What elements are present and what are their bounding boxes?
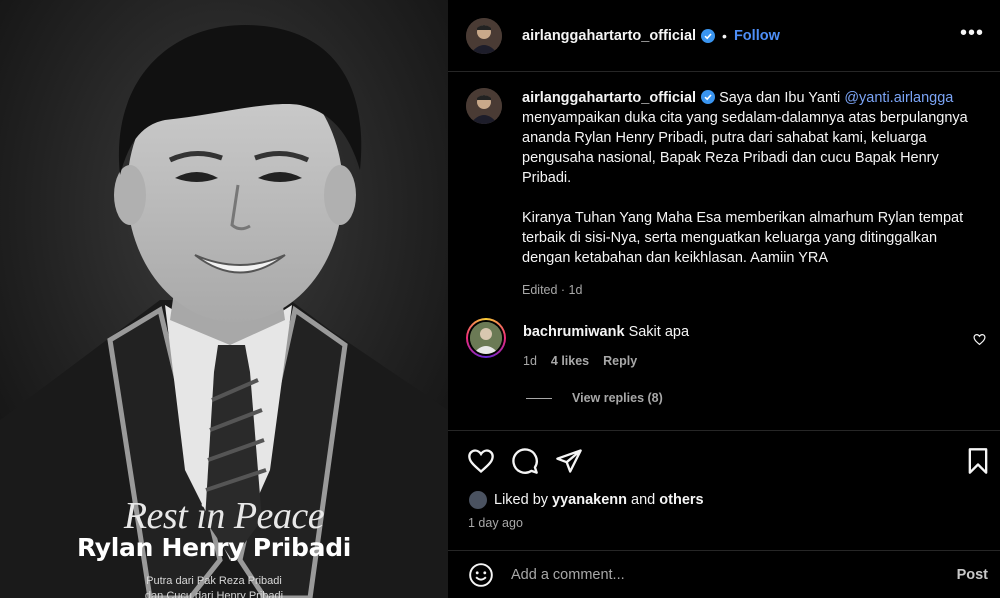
post-header: airlanggahartarto_official • Follow ••• [448,0,1000,72]
caption-meta: Edited · 1d [522,283,583,297]
comment-meta: 1d 4 likes Reply [523,354,689,368]
liked-by-user[interactable]: yyanakenn [552,492,627,508]
commenter-avatar[interactable] [466,318,506,358]
add-comment-bar: Add a comment... Post [448,550,1000,598]
replies-divider-line [526,397,552,399]
caption-mention-link[interactable]: @yanti.airlangga [844,90,953,106]
comment-input[interactable]: Add a comment... [511,567,931,583]
liked-by-prefix: Liked by [494,492,549,508]
liked-by: Liked by yyanakenn and others [468,490,704,510]
more-options-button[interactable]: ••• [960,23,984,43]
author-username[interactable]: airlanggahartarto_official [522,28,696,44]
rip-subtitle-line1: Putra dari Pak Reza Pribadi [146,575,282,587]
verified-badge-icon [701,90,716,104]
paper-plane-icon[interactable] [555,447,583,475]
comment-like-heart-icon[interactable] [973,333,986,346]
verified-badge-icon [701,28,716,43]
comment-bubble-icon[interactable] [511,447,539,475]
bookmark-icon[interactable] [966,447,990,475]
rip-title: Rest in Peace [123,495,325,537]
liker-avatar[interactable] [468,490,488,510]
rip-name: Rylan Henry Pribadi [76,533,352,562]
view-replies-label: View replies (8) [572,391,663,405]
post-timestamp: 1 day ago [468,516,523,530]
post-image[interactable]: Rest in Peace Rylan Henry Pribadi Putra … [0,0,448,598]
emoji-smile-icon[interactable] [468,562,494,588]
header-separator: • [722,27,727,44]
post-comment-button[interactable]: Post [957,567,988,583]
comment-reply-button[interactable]: Reply [603,354,637,368]
comment-likes[interactable]: 4 likes [551,354,589,368]
author-avatar[interactable] [466,17,502,54]
post-details-panel: airlanggahartarto_official • Follow ••• … [448,0,1000,598]
caption-username[interactable]: airlanggahartarto_official [522,90,696,106]
post-caption: airlanggahartarto_official Saya dan Ibu … [466,88,986,300]
caption-paragraph-1: airlanggahartarto_official Saya dan Ibu … [522,88,977,188]
comment-time: 1d [523,354,537,368]
rip-subtitle-line2: dan Cucu dari Henry Pribadi [144,590,284,598]
commenter-username[interactable]: bachrumiwank [523,324,625,340]
liked-by-middle: and [631,492,656,508]
caption-text-start: Saya dan Ibu Yanti [715,90,845,106]
comment-item: bachrumiwank Sakit apa 1d 4 likes Reply [466,318,996,368]
caption-paragraph-2: Kiranya Tuhan Yang Maha Esa memberikan a… [522,210,964,266]
comment-text: Sakit apa [628,324,690,340]
comment-content: bachrumiwank Sakit apa [523,324,689,340]
follow-button[interactable]: Follow [734,28,780,44]
heart-icon[interactable] [467,447,495,475]
caption-text-rest: menyampaikan duka cita yang sedalam-dala… [522,110,968,186]
view-replies-button[interactable]: View replies (8) [526,391,663,405]
liked-by-others[interactable]: others [659,492,703,508]
caption-author-avatar[interactable] [466,88,502,124]
